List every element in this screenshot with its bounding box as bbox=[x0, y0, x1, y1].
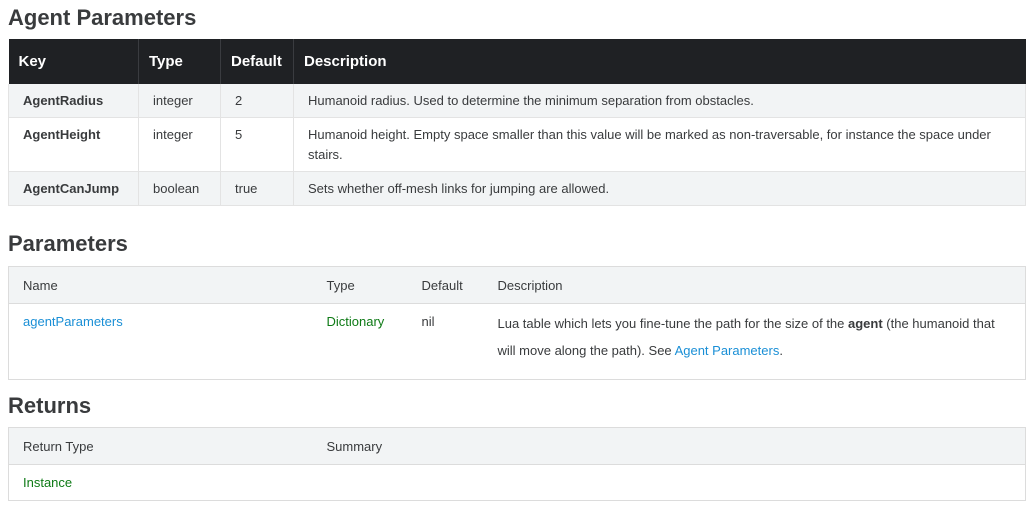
header-name: Name bbox=[8, 266, 313, 304]
agent-parameters-link[interactable]: Agent Parameters bbox=[675, 343, 780, 358]
table-row: AgentRadius integer 2 Humanoid radius. U… bbox=[8, 84, 1026, 118]
returns-table: Return Type Summary Instance bbox=[8, 427, 1026, 501]
parameters-table: Name Type Default Description agentParam… bbox=[8, 266, 1026, 380]
row-type: integer bbox=[138, 117, 221, 172]
param-default: nil bbox=[421, 314, 435, 329]
returns-heading: Returns bbox=[8, 393, 92, 418]
row-type: integer bbox=[138, 84, 221, 118]
table-row: AgentCanJump boolean true Sets whether o… bbox=[8, 171, 1026, 206]
param-type: Dictionary bbox=[326, 314, 385, 329]
header-type: Type bbox=[312, 266, 408, 304]
row-key: AgentHeight bbox=[8, 117, 139, 172]
param-description: Lua table which lets you fine-tune the p… bbox=[484, 304, 1026, 380]
desc-text-pre: Lua table which lets you fine-tune the p… bbox=[497, 316, 848, 331]
row-key: AgentCanJump bbox=[8, 171, 139, 206]
parameters-heading: Parameters bbox=[8, 231, 128, 256]
row-description: Sets whether off-mesh links for jumping … bbox=[293, 171, 1026, 206]
header-key: Key bbox=[8, 39, 139, 84]
header-type: Type bbox=[138, 39, 221, 84]
agent-parameters-heading: Agent Parameters bbox=[8, 5, 197, 30]
row-key: AgentRadius bbox=[8, 84, 139, 118]
desc-bold-agent: agent bbox=[848, 316, 883, 331]
table-header-row: Name Type Default Description bbox=[8, 266, 1026, 304]
table-row: Instance bbox=[9, 465, 1026, 501]
header-description: Description bbox=[293, 39, 1026, 84]
row-description: Humanoid radius. Used to determine the m… bbox=[293, 84, 1026, 118]
table-row: agentParameters Dictionary nil Lua table… bbox=[9, 304, 1026, 380]
row-default: true bbox=[220, 171, 294, 206]
row-description: Humanoid height. Empty space smaller tha… bbox=[293, 117, 1026, 172]
header-description: Description bbox=[483, 266, 1026, 304]
header-default: Default bbox=[407, 266, 484, 304]
row-default: 5 bbox=[220, 117, 294, 172]
table-row: AgentHeight integer 5 Humanoid height. E… bbox=[8, 117, 1026, 172]
table-header-row: Key Type Default Description bbox=[8, 39, 1026, 84]
param-name-link[interactable]: agentParameters bbox=[9, 304, 313, 380]
agent-parameters-table: Key Type Default Description AgentRadius… bbox=[8, 39, 1026, 206]
header-summary: Summary bbox=[312, 427, 1026, 465]
row-default: 2 bbox=[220, 84, 294, 118]
header-default: Default bbox=[220, 39, 294, 84]
desc-text-post: . bbox=[779, 343, 783, 358]
header-return-type: Return Type bbox=[8, 427, 313, 465]
row-type: boolean bbox=[138, 171, 221, 206]
table-header-row: Return Type Summary bbox=[8, 427, 1026, 465]
return-summary bbox=[313, 465, 1026, 501]
return-type-value: Instance bbox=[23, 475, 73, 490]
